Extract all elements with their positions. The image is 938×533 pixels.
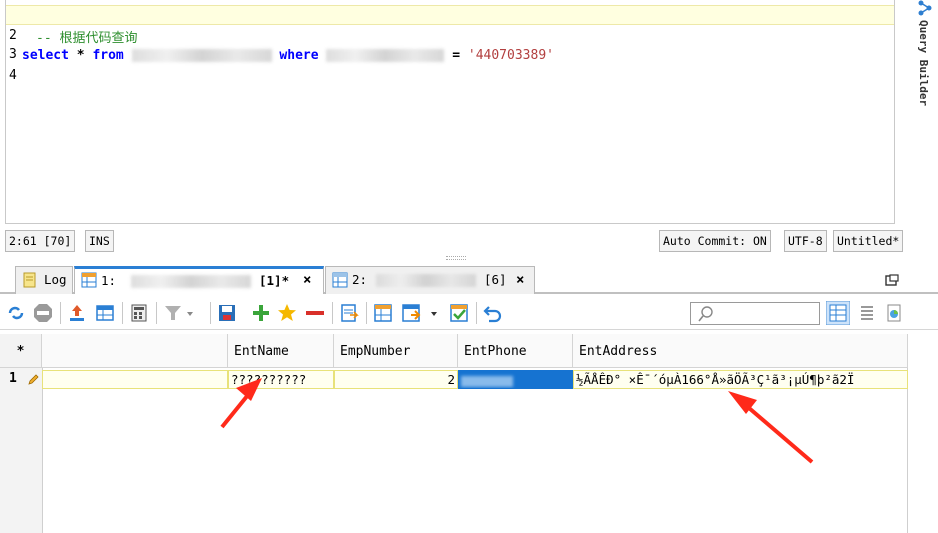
refresh-icon[interactable] (6, 303, 26, 323)
pane-splitter[interactable] (446, 256, 466, 260)
query-builder-icon (918, 0, 932, 16)
column-header-blank[interactable] (42, 334, 228, 368)
delete-row-icon[interactable] (305, 303, 325, 323)
favorite-icon[interactable] (277, 303, 297, 323)
grid-mode-icon[interactable] (826, 301, 850, 325)
table-cell-entphone[interactable] (458, 370, 573, 389)
apply-icon[interactable] (449, 303, 469, 323)
tab-log[interactable]: Log (15, 266, 73, 294)
auto-commit-status[interactable]: Auto Commit: ON (659, 230, 771, 252)
column-header-entaddress[interactable]: EntAddress (573, 334, 908, 368)
search-icon (698, 306, 713, 322)
redacted-tab-title (376, 274, 476, 287)
table-cell-empnumber[interactable]: 2 (334, 370, 458, 389)
table-cell-entname[interactable]: ?????????? (228, 370, 334, 389)
row-number: 1 (9, 371, 17, 386)
record-mode-icon[interactable] (884, 303, 904, 323)
tab-result-2-suffix: [6] (484, 272, 507, 287)
select-all-corner[interactable]: * (0, 334, 42, 368)
sql-editor[interactable]: 1 -- 根据代码查询 2 select * from where = '440… (5, 0, 895, 224)
column-header-empnumber[interactable]: EmpNumber (334, 334, 458, 368)
filter-icon[interactable] (163, 303, 195, 323)
tab-result-2-label: 2: (352, 272, 368, 287)
filter-search-input[interactable] (690, 302, 820, 325)
result-tabs: Log 1: [1]* × 2: [6] × (0, 264, 938, 294)
text-mode-icon[interactable] (857, 303, 877, 323)
query-builder-label: Query Builder (917, 20, 930, 107)
maximize-panel-icon[interactable] (885, 274, 899, 286)
editor-line-4: 4 (6, 46, 894, 83)
result-grid[interactable]: * EntName EmpNumber EntPhone EntAddress … (0, 334, 938, 533)
close-icon[interactable]: × (516, 267, 524, 293)
stop-icon[interactable] (33, 303, 53, 323)
undo-icon[interactable] (483, 303, 503, 323)
tab-result-2[interactable]: 2: [6] × (325, 266, 535, 294)
encoding-status[interactable]: UTF-8 (784, 230, 827, 252)
close-icon[interactable]: × (303, 269, 311, 292)
editor-line-2[interactable]: 2 select * from where = '440703389' (6, 5, 894, 63)
redacted-phone (461, 376, 513, 387)
table-cell-blank[interactable] (42, 370, 228, 389)
text-export-icon[interactable] (339, 303, 359, 323)
insert-mode[interactable]: INS (85, 230, 114, 252)
tab-result-1-label: 1: (101, 273, 117, 288)
grid-import-icon[interactable] (401, 303, 439, 323)
table-view-icon[interactable] (95, 303, 115, 323)
editor-line-3: 3 (6, 25, 894, 62)
document-name: Untitled* (833, 230, 904, 252)
line-number: 4 (9, 68, 17, 83)
add-row-icon[interactable] (251, 303, 271, 323)
export-icon[interactable] (67, 303, 87, 323)
table-cell-entaddress[interactable]: ½­ÃÅÊÐ° ×Ê¯´óµÀ166°Å»ãÖÃ³Ç¹ã³¡µÚ¶þ²ã2Ï (573, 370, 908, 389)
edit-pencil-icon (28, 374, 39, 385)
query-builder-panel[interactable]: Query Builder (912, 0, 938, 140)
tab-log-label: Log (44, 272, 67, 287)
save-icon[interactable] (217, 303, 237, 323)
result-grid-icon (81, 272, 97, 288)
tab-result-1[interactable]: 1: [1]* × (74, 266, 324, 294)
column-header-entphone[interactable]: EntPhone (458, 334, 573, 368)
cursor-position: 2:61 [70] (5, 230, 76, 252)
calculator-icon[interactable] (129, 303, 149, 323)
redacted-tab-title (131, 275, 251, 288)
result-grid-icon (332, 272, 348, 288)
tab-result-1-suffix: [1]* (259, 273, 290, 288)
grid-export-icon[interactable] (373, 303, 393, 323)
column-header-entname[interactable]: EntName (228, 334, 334, 368)
log-icon (23, 272, 36, 288)
